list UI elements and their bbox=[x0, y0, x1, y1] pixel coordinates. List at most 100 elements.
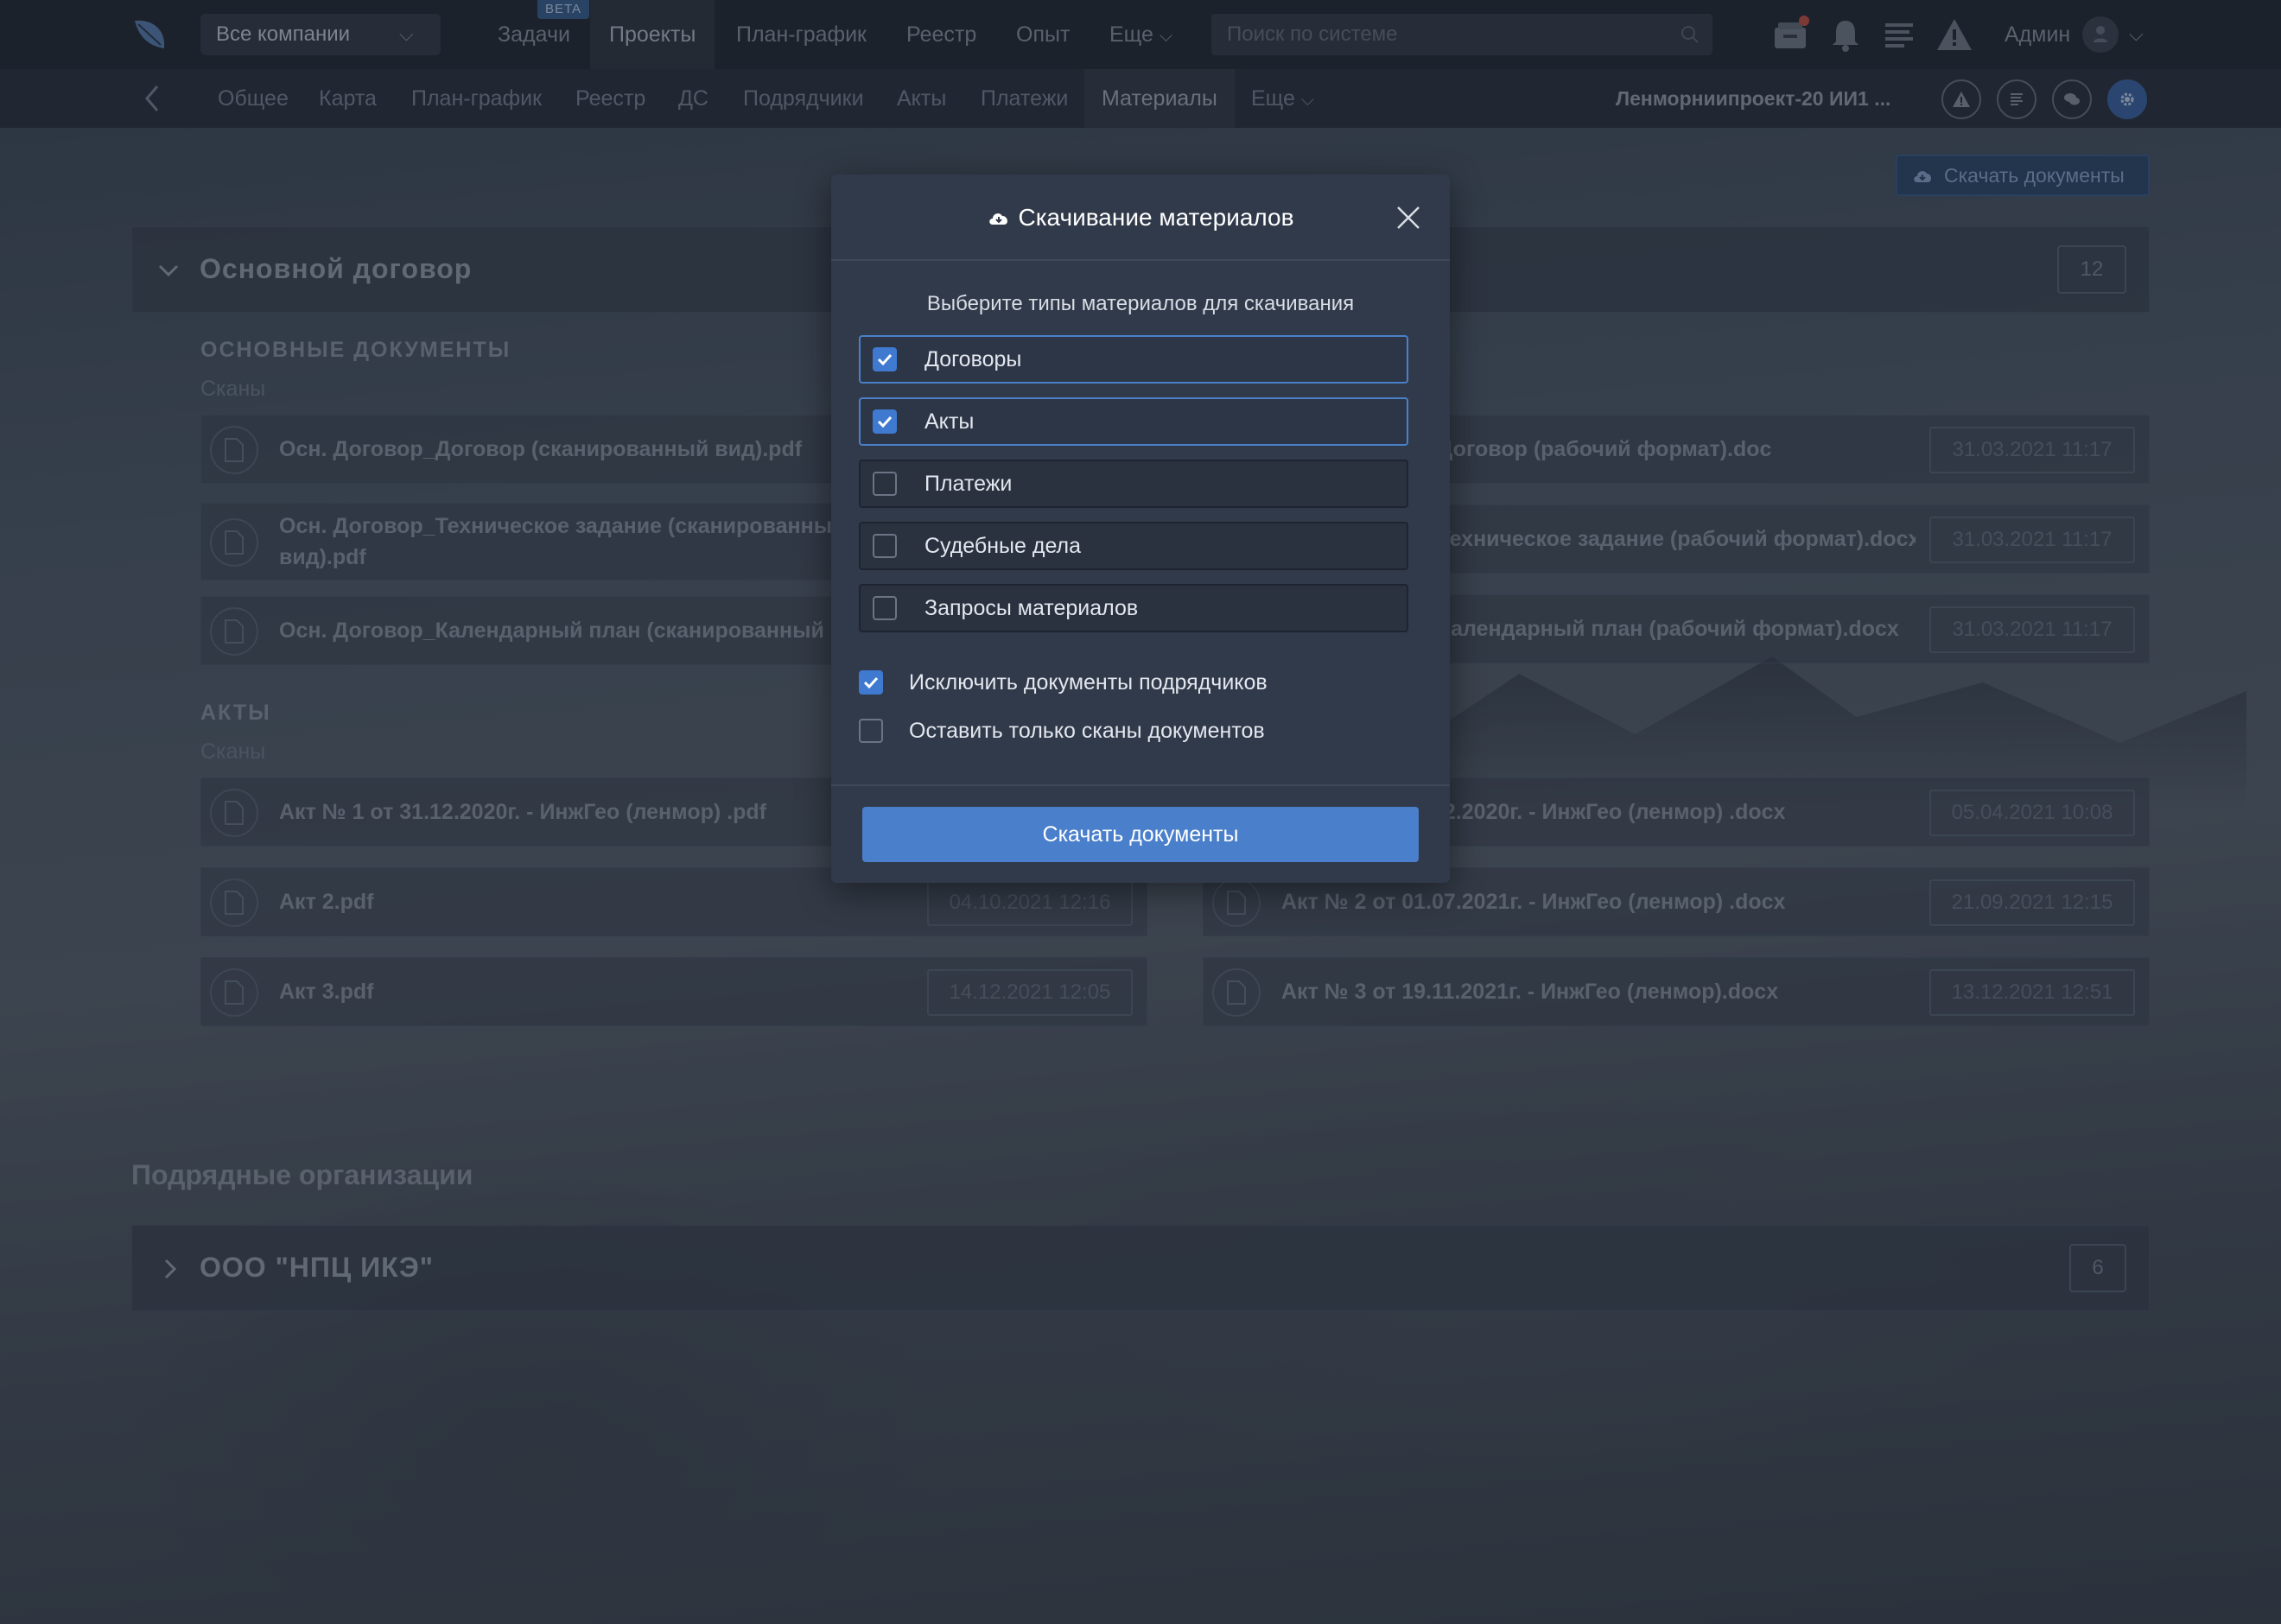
avatar[interactable] bbox=[2082, 16, 2119, 53]
type-option-acts[interactable]: Акты bbox=[859, 397, 1408, 446]
file-icon bbox=[1227, 891, 1246, 915]
type-option-court-cases[interactable]: Судебные дела bbox=[859, 522, 1408, 570]
file-icon-button[interactable] bbox=[210, 879, 258, 927]
checkbox-unchecked[interactable] bbox=[873, 534, 897, 558]
search-input[interactable]: Поиск по системе bbox=[1211, 14, 1712, 55]
download-documents-button[interactable]: Скачать документы bbox=[1896, 155, 2150, 196]
tab-contractors[interactable]: Подрядчики bbox=[726, 69, 881, 128]
file-name: Осн. Договор_Техническое задание (сканир… bbox=[279, 514, 846, 569]
company-select-label: Все компании bbox=[216, 22, 351, 46]
file-row[interactable]: Акт № 3 от 19.11.2021г. - ИнжГео (ленмор… bbox=[1203, 957, 2150, 1026]
close-icon[interactable] bbox=[1395, 204, 1422, 232]
exclude-contractors-checkbox[interactable]: Исключить документы подрядчиков bbox=[859, 667, 1377, 701]
tab-plan-schedule[interactable]: План-график bbox=[394, 69, 559, 128]
checkmark-icon bbox=[863, 676, 879, 689]
chevron-down-icon[interactable]: ⌵ bbox=[2129, 0, 2144, 69]
file-icon-button[interactable] bbox=[1212, 879, 1261, 927]
option-label: Судебные дела bbox=[924, 534, 1082, 558]
project-name: Ленморниипроект-20 ИИ1 ... bbox=[1616, 87, 1891, 110]
file-icon-button[interactable] bbox=[210, 607, 258, 656]
tab-more[interactable]: Еще ⌵ bbox=[1234, 69, 1331, 128]
chevron-down-icon: ⌵ bbox=[399, 23, 414, 45]
subcontractor-count-badge: 6 bbox=[2069, 1244, 2126, 1292]
chevron-right-icon bbox=[164, 1259, 177, 1279]
list-icon[interactable] bbox=[1880, 16, 1918, 54]
file-date: 04.10.2021 12:16 bbox=[927, 879, 1133, 926]
warning-icon bbox=[1953, 92, 1970, 107]
checkbox-unchecked[interactable] bbox=[873, 596, 897, 620]
checkbox-checked[interactable] bbox=[859, 670, 883, 695]
checkbox-checked[interactable] bbox=[873, 347, 897, 371]
checkbox-label: Оставить только сканы документов bbox=[909, 719, 1265, 743]
file-name: Акт 3.pdf bbox=[279, 980, 374, 1004]
chat-button[interactable] bbox=[2052, 79, 2092, 119]
option-label: Акты bbox=[924, 409, 975, 434]
nav-more[interactable]: Еще ⌵ bbox=[1090, 0, 1172, 69]
file-date: 31.03.2021 11:17 bbox=[1929, 517, 2135, 563]
user-name[interactable]: Админ bbox=[2005, 0, 2070, 69]
company-select[interactable]: Все компании ⌵ bbox=[200, 14, 441, 55]
checkbox-checked[interactable] bbox=[873, 409, 897, 434]
chat-bubbles-icon bbox=[2064, 93, 2080, 105]
beta-badge: BETA bbox=[537, 0, 589, 19]
tab-materials[interactable]: Материалы bbox=[1084, 69, 1235, 128]
chevron-down-icon: ⌵ bbox=[1300, 91, 1314, 110]
contract-title: Основной договор bbox=[200, 253, 473, 284]
nav-plan-schedule[interactable]: План-график bbox=[717, 0, 886, 69]
subcontractor-panel-header[interactable]: ООО "НПЦ ИКЭ" 6 bbox=[131, 1225, 2150, 1311]
modal-title: Скачивание материалов bbox=[831, 174, 1450, 261]
warnings-button[interactable] bbox=[1941, 79, 1981, 119]
nav-registry[interactable]: Реестр bbox=[887, 0, 995, 69]
file-icon bbox=[225, 801, 244, 825]
file-date: 21.09.2021 12:15 bbox=[1929, 879, 2135, 926]
option-label: Запросы материалов bbox=[924, 596, 1139, 620]
tab-ds[interactable]: ДС bbox=[661, 69, 726, 128]
tab-general[interactable]: Общее bbox=[200, 69, 306, 128]
nav-projects[interactable]: Проекты bbox=[590, 0, 715, 69]
download-materials-modal: Скачивание материалов Выберите типы мате… bbox=[831, 174, 1450, 883]
file-name: Акт № 3 от 19.11.2021г. - ИнжГео (ленмор… bbox=[1281, 980, 1779, 1004]
bell-icon[interactable] bbox=[1827, 16, 1865, 54]
settings-button[interactable] bbox=[2107, 79, 2147, 119]
chevron-down-icon bbox=[158, 264, 179, 277]
checkbox-unchecked[interactable] bbox=[859, 719, 883, 743]
checkmark-icon bbox=[877, 353, 893, 366]
tab-payments[interactable]: Платежи bbox=[963, 69, 1085, 128]
back-arrow-icon[interactable] bbox=[138, 79, 166, 117]
tab-registry[interactable]: Реестр bbox=[558, 69, 663, 128]
type-option-payments[interactable]: Платежи bbox=[859, 460, 1408, 508]
modal-title-text: Скачивание материалов bbox=[1018, 204, 1294, 231]
file-icon-button[interactable] bbox=[1212, 968, 1261, 1017]
file-name: Осн. Договор_Календарный план (сканирова… bbox=[279, 619, 913, 643]
file-icon bbox=[225, 619, 244, 644]
tab-more-label: Еще bbox=[1251, 86, 1295, 111]
search-placeholder: Поиск по системе bbox=[1227, 22, 1398, 46]
tab-acts[interactable]: Акты bbox=[880, 69, 963, 128]
type-option-contracts[interactable]: Договоры bbox=[859, 335, 1408, 384]
scans-only-checkbox[interactable]: Оставить только сканы документов bbox=[859, 715, 1377, 750]
file-icon-button[interactable] bbox=[210, 789, 258, 837]
checkbox-label: Исключить документы подрядчиков bbox=[909, 670, 1268, 695]
file-icon-button[interactable] bbox=[210, 968, 258, 1017]
file-icon-button[interactable] bbox=[210, 426, 258, 474]
file-row[interactable]: Акт 3.pdf 14.12.2021 12:05 bbox=[200, 957, 1147, 1026]
file-name: Акт 2.pdf bbox=[279, 890, 374, 914]
nav-experience[interactable]: Опыт bbox=[997, 0, 1089, 69]
checkbox-unchecked[interactable] bbox=[873, 472, 897, 496]
file-icon-button[interactable] bbox=[210, 518, 258, 567]
warning-icon[interactable] bbox=[1935, 16, 1973, 54]
option-label: Платежи bbox=[924, 472, 1013, 496]
inbox-icon[interactable] bbox=[1771, 16, 1809, 54]
type-option-material-requests[interactable]: Запросы материалов bbox=[859, 584, 1408, 632]
file-name: Осн. Договор_Договор (сканированный вид)… bbox=[279, 437, 803, 461]
cloud-download-icon bbox=[1914, 171, 1932, 182]
notes-button[interactable] bbox=[1997, 79, 2036, 119]
modal-download-button[interactable]: Скачать документы bbox=[862, 807, 1419, 862]
tab-map[interactable]: Карта bbox=[302, 69, 394, 128]
chevron-down-icon: ⌵ bbox=[1159, 27, 1172, 46]
file-icon bbox=[225, 980, 244, 1005]
modal-instructions: Выберите типы материалов для скачивания bbox=[926, 292, 1355, 315]
file-date: 14.12.2021 12:05 bbox=[927, 969, 1133, 1016]
option-label: Договоры bbox=[924, 347, 1022, 371]
leaf-logo-icon[interactable] bbox=[131, 16, 169, 54]
